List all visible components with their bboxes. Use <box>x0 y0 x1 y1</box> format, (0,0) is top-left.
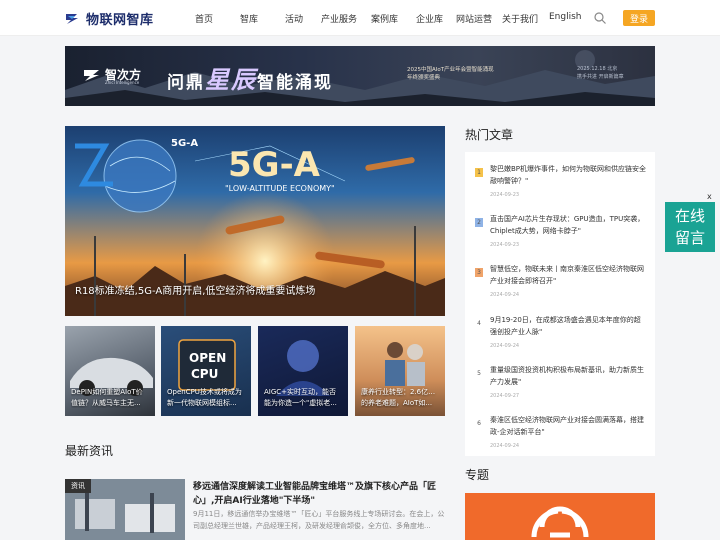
main-nav: 首页 智库 活动 产业服务 案例库 企业库 网站运营 关于我们 English <box>0 12 720 26</box>
news-thumbnail[interactable]: 资讯 <box>65 479 185 540</box>
hero-headline-sub: "LOW-ALTITUDE ECONOMY" <box>225 184 335 193</box>
hero-caption[interactable]: R18标准冻结,5G-A商用开启,低空经济将成重要试炼场 <box>75 282 315 297</box>
hot-article-date: 2024-09-27 <box>490 393 520 399</box>
banner-right-line2: 携手共进 开启新篇章 <box>577 73 624 80</box>
nav-site-operations[interactable]: 网站运营 <box>456 12 492 25</box>
banner-subtitle: 2025中国AIoT产业年会暨智能涌现年终颁奖盛典 <box>407 67 494 82</box>
banner-brand: 智次方 Zhici Intelligence <box>83 66 141 85</box>
thumb-caption-1-line2: 值链？从威马车主无... <box>71 398 141 407</box>
online-message-button[interactable]: 在线 留言 <box>665 202 715 252</box>
thumb-caption-1-line1: DePIN如何重塑AIoT价 <box>71 388 143 396</box>
hot-articles-title: 热门文章 <box>465 128 514 142</box>
search-icon[interactable] <box>593 11 607 25</box>
brand-logo-icon <box>84 69 99 81</box>
thumb-caption-3: AIGC+实时互动，能否 能为你造一个"虚拟老... <box>264 387 344 408</box>
thumb-card-1[interactable]: DePIN如何重塑AIoT价 值链？从威马车主无... <box>65 326 155 416</box>
thumb-card-2[interactable]: OPEN CPU OpenCPU技术或将成为 新一代物联网模组标... <box>161 326 251 416</box>
thumb-card-3[interactable]: AIGC+实时互动，能否 能为你造一个"虚拟老... <box>258 326 348 416</box>
hot-article-title[interactable]: 智慧低空，物联未来丨南京秦淮区低空经济物联网产业对接会即将召开" <box>490 264 647 287</box>
hot-article-date: 2024-09-23 <box>490 192 520 198</box>
hot-rank-badge: 1 <box>475 168 483 177</box>
login-button[interactable]: 登录 <box>623 10 655 26</box>
hot-rank-badge: 2 <box>475 218 483 227</box>
banner-title: 问鼎星辰智能涌现 <box>167 60 333 95</box>
news-tag: 资讯 <box>65 479 91 493</box>
nav-think-tank[interactable]: 智库 <box>240 12 258 25</box>
banner-title-pre: 问鼎 <box>167 73 205 93</box>
hero-carousel[interactable]: 5G-A 5G-A "LOW-ALTITUDE ECONOMY" R18标准冻结… <box>65 126 445 316</box>
hero-badge: 5G-A <box>171 138 198 149</box>
thumb-caption-2: OpenCPU技术或将成为 新一代物联网模组标... <box>167 387 247 408</box>
nav-events[interactable]: 活动 <box>285 12 303 25</box>
thumb-caption-1: DePIN如何重塑AIoT价 值链？从威马车主无... <box>71 387 151 408</box>
hot-article-title[interactable]: 直击国产AI芯片生存现状：GPU造血，TPU突袭，Chiplet成大势，网络卡脖… <box>490 214 647 237</box>
hot-article-title[interactable]: 秦淮区低空经济物联网产业对接会圆满落幕，搭建政-企对话新平台" <box>490 415 647 438</box>
hot-article-date: 2024-09-24 <box>490 292 520 298</box>
banner-background <box>65 50 655 106</box>
topics-title: 专题 <box>465 468 490 482</box>
nav-case-library[interactable]: 案例库 <box>371 12 398 25</box>
hot-article-date: 2024-09-24 <box>490 443 520 449</box>
hero-headline: 5G-A <box>228 145 321 185</box>
hot-article-title[interactable]: 重量级国资投资机构积极布局新基讯，助力新质生产力发展" <box>490 365 647 388</box>
hot-rank-badge: 6 <box>477 420 481 427</box>
thumb-caption-4: 康养行业转型：2.6亿老人 的养老难题，AIoT如... <box>361 387 441 408</box>
nav-company-library[interactable]: 企业库 <box>416 12 443 25</box>
hot-article-date: 2024-09-23 <box>490 242 520 248</box>
online-message-line2: 留言 <box>674 229 705 247</box>
thumb-caption-4-line1: 康养行业转型：2.6亿老人 <box>361 388 441 396</box>
thumb-caption-3-line2: 能为你造一个"虚拟老... <box>264 398 337 407</box>
event-banner[interactable]: 智次方 Zhici Intelligence 问鼎星辰智能涌现 2025中国AI… <box>65 46 655 106</box>
hot-rank-badge: 3 <box>475 268 483 277</box>
hot-article-title[interactable]: 9月19-20日，在成都这场盛会遇见本年度你的超强创投产业人脉" <box>490 315 647 338</box>
banner-right-text: 2025.12.18 北京 携手共进 开启新篇章 <box>577 66 624 81</box>
hot-rank-badge: 5 <box>477 370 481 377</box>
banner-right-line1: 2025.12.18 北京 <box>577 66 618 72</box>
svg-text:CPU: CPU <box>191 367 218 381</box>
hot-article-title[interactable]: 黎巴嫩BP机爆炸事件，如何为物联网和供应链安全敲响警钟？" <box>490 164 647 187</box>
online-message-line1: 在线 <box>674 206 705 225</box>
thumb-card-4[interactable]: 康养行业转型：2.6亿老人 的养老难题，AIoT如... <box>355 326 445 416</box>
close-icon[interactable]: x <box>707 192 712 201</box>
latest-news-title: 最新资讯 <box>65 444 114 458</box>
news-headline[interactable]: 移远通信深度解读工业智能品牌宝维塔™及旗下核心产品「匠心」,开启AI行业落地"下… <box>193 481 445 509</box>
thumb-caption-2-line1: OpenCPU技术或将成为 <box>167 388 242 396</box>
openai-logo-icon <box>531 506 589 538</box>
svg-text:OPEN: OPEN <box>189 351 226 365</box>
hot-article-date: 2024-09-24 <box>490 343 520 349</box>
thumb-caption-4-line2: 的养老难题，AIoT如... <box>361 398 433 407</box>
thumb-caption-2-line2: 新一代物联网模组标... <box>167 398 237 407</box>
nav-home[interactable]: 首页 <box>195 12 213 25</box>
hot-rank-badge: 4 <box>477 320 481 327</box>
topic-card[interactable] <box>465 493 655 540</box>
nav-industry-services[interactable]: 产业服务 <box>321 12 357 25</box>
site-header: 物联网智库 首页 智库 活动 产业服务 案例库 企业库 网站运营 关于我们 En… <box>0 0 720 36</box>
thumb-caption-3-line1: AIGC+实时互动，能否 <box>264 388 337 396</box>
nav-english[interactable]: English <box>549 12 582 22</box>
banner-title-star: 星辰 <box>205 66 257 94</box>
news-summary: 9月11日，移远通信举办宝维塔™「匠心」平台服务线上专场研讨会。在会上，公司副总… <box>193 510 445 531</box>
banner-brand-sub: Zhici Intelligence <box>105 80 140 85</box>
nav-about-us[interactable]: 关于我们 <box>502 12 538 25</box>
banner-title-post: 智能涌现 <box>257 73 333 93</box>
